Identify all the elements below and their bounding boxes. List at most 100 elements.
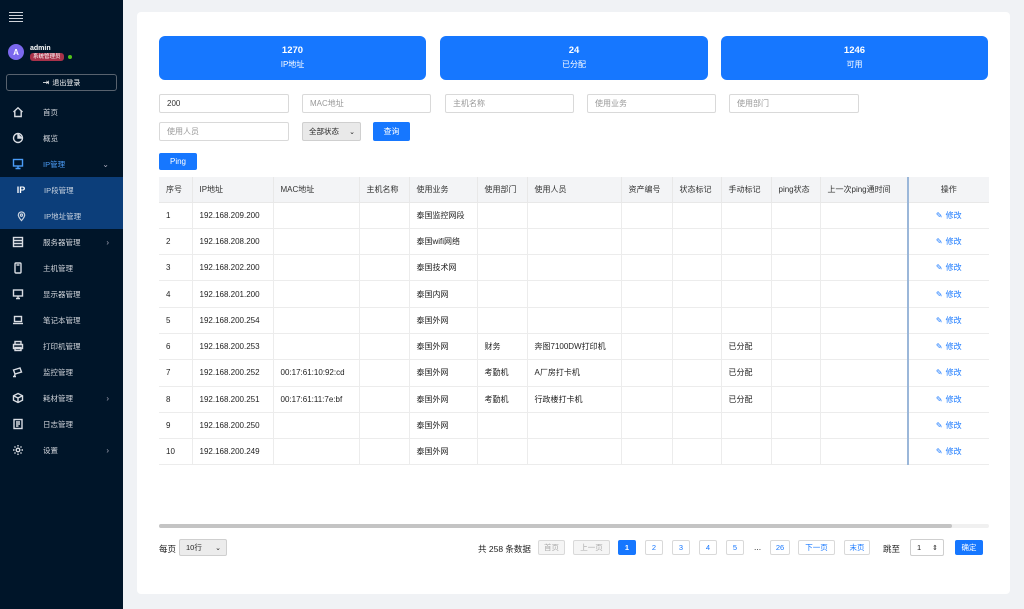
sidebar-item-consumables[interactable]: 耗材管理 › xyxy=(0,385,123,411)
table-cell xyxy=(273,438,360,466)
table-cell xyxy=(273,412,360,440)
ping-button[interactable]: Ping xyxy=(159,153,197,170)
home-icon xyxy=(11,105,25,119)
table-cell xyxy=(621,412,673,440)
edit-button[interactable]: ✎ 修改 xyxy=(907,438,989,466)
sidebar-menu: 首页 概览 IP管理 ⌄ IP IP段管理 IP地址管理 服务器管理 › 主机管… xyxy=(0,99,123,463)
edit-button[interactable]: ✎ 修改 xyxy=(907,386,989,413)
last-page-button[interactable]: 末页 xyxy=(844,540,870,555)
edit-button[interactable]: ✎ 修改 xyxy=(907,307,989,334)
sidebar-header xyxy=(0,0,123,34)
pie-chart-icon xyxy=(11,131,25,145)
table-cell xyxy=(771,333,821,361)
table-cell xyxy=(621,359,673,387)
status-select[interactable]: 全部状态 ⌄ xyxy=(302,122,361,141)
gear-icon xyxy=(11,443,25,457)
avatar[interactable]: A xyxy=(8,44,24,60)
table-cell: 192.168.200.250 xyxy=(192,412,274,440)
sidebar-item-laptop[interactable]: 笔记本管理 xyxy=(0,307,123,333)
table-cell xyxy=(721,307,772,334)
sidebar-item-label: 耗材管理 xyxy=(43,393,73,403)
sidebar-item-label: IP管理 xyxy=(43,159,66,169)
table-cell xyxy=(771,254,821,282)
table-cell xyxy=(672,438,722,466)
edit-label: 修改 xyxy=(945,342,962,352)
table-cell xyxy=(527,438,622,466)
server-icon xyxy=(11,235,25,249)
edit-button[interactable]: ✎ 修改 xyxy=(907,254,989,282)
jump-page-value: 1 xyxy=(917,543,922,552)
query-button[interactable]: 查询 xyxy=(373,122,410,141)
table-cell: 6 xyxy=(159,333,193,361)
menu-toggle-icon[interactable] xyxy=(9,11,23,23)
ip-address-input[interactable] xyxy=(159,94,289,113)
sidebar-item-label: 笔记本管理 xyxy=(43,315,81,325)
column-header-status-mark: 状态标记 xyxy=(672,177,722,203)
sidebar-item-ip[interactable]: IP管理 ⌄ xyxy=(0,151,123,177)
edit-label: 修改 xyxy=(945,263,962,273)
edit-button[interactable]: ✎ 修改 xyxy=(907,228,989,256)
confirm-jump-button[interactable]: 确定 xyxy=(955,540,983,555)
table-cell xyxy=(273,280,360,308)
page-button-last[interactable]: 26 xyxy=(770,540,790,555)
per-page-select[interactable]: 10行 ⌄ xyxy=(179,539,227,556)
mac-address-input[interactable] xyxy=(302,94,431,113)
prev-page-button[interactable]: 上一页 xyxy=(573,540,610,555)
sidebar-item-logs[interactable]: 日志管理 xyxy=(0,411,123,437)
table-cell xyxy=(672,359,722,387)
column-header-business: 使用业务 xyxy=(409,177,478,203)
user-input[interactable] xyxy=(159,122,289,141)
table-row: 8 192.168.200.251 00:17:61:11:7e:bf 泰国外网 考勤机… xyxy=(159,386,989,413)
table-cell xyxy=(527,254,622,282)
column-header-mac-address: MAC地址 xyxy=(273,177,360,203)
table-cell: 已分配 xyxy=(721,386,772,413)
sidebar-item-display[interactable]: 显示器管理 xyxy=(0,281,123,307)
sidebar-item-host[interactable]: 主机管理 xyxy=(0,255,123,281)
sidebar-item-server[interactable]: 服务器管理 › xyxy=(0,229,123,255)
page-button-3[interactable]: 3 xyxy=(672,540,690,555)
jump-page-input[interactable]: 1 ⇕ xyxy=(910,539,944,556)
page-button-1[interactable]: 1 xyxy=(618,540,636,555)
page-button-5[interactable]: 5 xyxy=(726,540,744,555)
sidebar-item-ip-segment[interactable]: IP IP段管理 xyxy=(0,177,123,203)
scrollbar-thumb[interactable] xyxy=(159,524,952,528)
sidebar-item-label: 日志管理 xyxy=(43,419,73,429)
sidebar-item-label: 首页 xyxy=(43,107,58,117)
table-cell xyxy=(359,254,410,282)
table-cell: 10 xyxy=(159,438,193,466)
table-cell: 8 xyxy=(159,386,193,413)
column-header-manual-mark: 手动标记 xyxy=(721,177,772,203)
table-row: 6 192.168.200.253 泰国外网 财务 奔图7100DW打印机 已分配 ✎ 修改 xyxy=(159,333,989,361)
table-cell xyxy=(359,386,410,413)
table-cell xyxy=(621,307,673,334)
edit-button[interactable]: ✎ 修改 xyxy=(907,412,989,440)
sidebar-item-label: 设置 xyxy=(43,445,58,455)
chevron-right-icon: › xyxy=(106,237,109,247)
edit-button[interactable]: ✎ 修改 xyxy=(907,202,989,229)
table-cell xyxy=(721,254,772,282)
first-page-button[interactable]: 首页 xyxy=(538,540,565,555)
edit-button[interactable]: ✎ 修改 xyxy=(907,333,989,361)
horizontal-scrollbar[interactable] xyxy=(159,524,989,528)
edit-label: 修改 xyxy=(945,447,962,457)
business-input[interactable] xyxy=(587,94,716,113)
table-cell: 192.168.200.249 xyxy=(192,438,274,466)
edit-label: 修改 xyxy=(945,210,962,220)
sidebar-item-settings[interactable]: 设置 › xyxy=(0,437,123,463)
sidebar-item-monitoring[interactable]: 监控管理 xyxy=(0,359,123,385)
sidebar-item-ip-address[interactable]: IP地址管理 xyxy=(0,203,123,229)
stat-label: 可用 xyxy=(846,60,863,69)
edit-button[interactable]: ✎ 修改 xyxy=(907,280,989,308)
edit-button[interactable]: ✎ 修改 xyxy=(907,359,989,387)
logout-button[interactable]: ⇥ 退出登录 xyxy=(6,74,117,91)
sidebar-item-printer[interactable]: 打印机管理 xyxy=(0,333,123,359)
department-input[interactable] xyxy=(729,94,859,113)
host-name-input[interactable] xyxy=(445,94,574,113)
page-button-4[interactable]: 4 xyxy=(699,540,717,555)
sidebar-item-overview[interactable]: 概览 xyxy=(0,125,123,151)
stepper-icon: ⇕ xyxy=(932,544,938,552)
page-button-2[interactable]: 2 xyxy=(645,540,663,555)
sidebar-item-home[interactable]: 首页 xyxy=(0,99,123,125)
table-cell xyxy=(672,307,722,334)
next-page-button[interactable]: 下一页 xyxy=(798,540,835,555)
